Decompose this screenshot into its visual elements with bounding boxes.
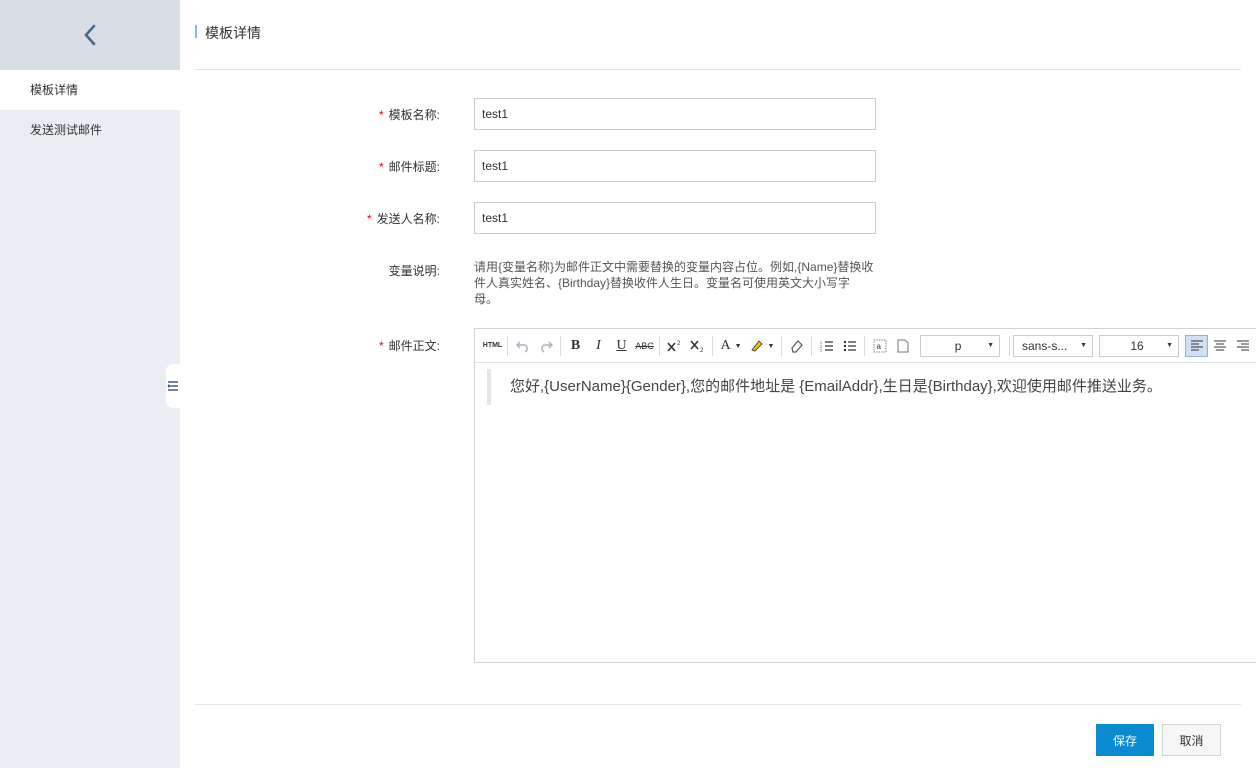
rich-text-editor: HTML B I U ABC 2 2 A ▼ ▼ 123 a p ▼ sans-…: [474, 328, 1256, 663]
sidebar: 模板详情 发送测试邮件: [0, 0, 180, 768]
form-row-subject: * 邮件标题:: [195, 158, 440, 175]
save-button[interactable]: 保存: [1096, 724, 1154, 756]
eraser-icon[interactable]: [785, 335, 808, 357]
text-box-icon[interactable]: a: [868, 335, 891, 357]
undo-icon[interactable]: [511, 335, 534, 357]
required-mark: *: [378, 339, 384, 353]
caret-down-icon: ▼: [1166, 342, 1173, 349]
footer-divider: [195, 704, 1241, 705]
svg-text:2: 2: [677, 341, 681, 347]
template-name-input[interactable]: [474, 98, 876, 130]
subject-label: * 邮件标题:: [378, 160, 440, 174]
title-accent-bar: [195, 25, 197, 38]
caret-down-icon: ▼: [987, 342, 994, 349]
sidebar-item-template-detail[interactable]: 模板详情: [0, 70, 180, 110]
sender-label: * 发送人名称:: [366, 212, 440, 226]
required-mark: *: [378, 160, 384, 174]
form-row-name: * 模板名称:: [195, 106, 440, 123]
toolbar-divider: [1009, 335, 1010, 356]
font-color-button[interactable]: A ▼: [716, 335, 746, 357]
editor-content-area[interactable]: 您好,{UserName}{Gender},您的邮件地址是 {EmailAddr…: [475, 363, 1256, 663]
chevron-left-icon[interactable]: [80, 23, 100, 47]
editor-toolbar: HTML B I U ABC 2 2 A ▼ ▼ 123 a p ▼ sans-…: [475, 329, 1256, 363]
collapse-sidebar-icon[interactable]: [166, 364, 180, 408]
blockquote-bar: [487, 369, 491, 405]
align-left-icon[interactable]: [1185, 334, 1208, 357]
strikethrough-button[interactable]: ABC: [633, 335, 656, 357]
toolbar-divider: [811, 335, 812, 356]
page-header: 模板详情: [195, 0, 1241, 70]
form-row-variables: 变量说明:: [195, 262, 440, 279]
caret-down-icon: ▼: [1080, 342, 1087, 349]
back-area: [0, 0, 180, 70]
required-mark: *: [366, 212, 372, 226]
form-row-sender: * 发送人名称:: [195, 210, 440, 227]
toolbar-divider: [560, 335, 561, 356]
svg-text:a: a: [876, 342, 881, 351]
unordered-list-icon[interactable]: [838, 335, 861, 357]
align-center-icon[interactable]: [1208, 335, 1231, 357]
superscript-icon[interactable]: 2: [663, 335, 686, 357]
font-family-select[interactable]: sans-s... ▼: [1013, 334, 1093, 357]
editor-content-text[interactable]: 您好,{UserName}{Gender},您的邮件地址是 {EmailAddr…: [510, 375, 1162, 396]
toolbar-divider: [507, 335, 508, 356]
caret-down-icon: ▼: [734, 341, 742, 350]
subscript-icon[interactable]: 2: [686, 335, 709, 357]
toolbar-divider: [864, 335, 865, 356]
svg-text:2: 2: [700, 348, 704, 353]
ordered-list-icon[interactable]: 123: [815, 335, 838, 357]
highlight-color-icon[interactable]: ▼: [746, 335, 778, 357]
toolbar-divider: [659, 335, 660, 356]
italic-button[interactable]: I: [587, 335, 610, 357]
html-source-button[interactable]: HTML: [481, 335, 504, 357]
email-subject-input[interactable]: [474, 150, 876, 182]
body-label: * 邮件正文:: [378, 339, 440, 353]
sidebar-item-send-test-email[interactable]: 发送测试邮件: [0, 110, 180, 150]
page-title: 模板详情: [205, 25, 261, 41]
svg-text:3: 3: [820, 348, 822, 353]
caret-down-icon: ▼: [767, 341, 775, 350]
toolbar-divider: [712, 335, 713, 356]
sender-name-input[interactable]: [474, 202, 876, 234]
document-icon[interactable]: [891, 335, 914, 357]
variables-label: 变量说明:: [388, 264, 440, 278]
required-mark: *: [378, 108, 384, 122]
variables-help-text: 请用{变量名称}为邮件正文中需要替换的变量内容占位。例如,{Name}替换收件人…: [474, 260, 874, 306]
cancel-button[interactable]: 取消: [1162, 724, 1221, 756]
font-size-select[interactable]: 16 ▼: [1099, 334, 1179, 357]
underline-button[interactable]: U: [610, 335, 633, 357]
toolbar-divider: [781, 335, 782, 356]
align-right-icon[interactable]: [1231, 335, 1254, 357]
redo-icon[interactable]: [534, 335, 557, 357]
form-row-body: * 邮件正文:: [195, 337, 440, 354]
paragraph-format-select[interactable]: p ▼: [920, 334, 1000, 357]
name-label: * 模板名称:: [378, 108, 440, 122]
bold-button[interactable]: B: [564, 335, 587, 357]
